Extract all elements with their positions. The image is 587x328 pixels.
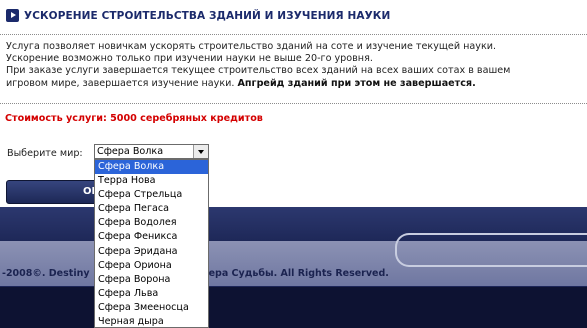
description-line: При заказе услуги завершается текущее ст… [6,65,511,77]
divider [0,34,587,35]
service-description: Услуга позволяет новичкам ускорять строи… [6,41,581,90]
service-cost: Стоимость услуги: 5000 серебряных кредит… [5,113,263,124]
world-select-label: Выберите мир: [7,148,83,159]
world-option[interactable]: Сфера Ворона [95,273,208,287]
world-option[interactable]: Терра Нова [95,174,208,188]
description-line: Услуга позволяет новичкам ускорять строи… [6,41,497,52]
world-option[interactable]: Сфера Пегаса [95,202,208,216]
copyright-left: -2008©. Destiny [2,268,90,279]
page-header: УСКОРЕНИЕ СТРОИТЕЛЬСТВА ЗДАНИЙ И ИЗУЧЕНИ… [0,0,587,34]
description-line: Ускорение возможно только при изучении н… [6,53,373,65]
description-line: игровом мире, завершается изучение науки… [6,78,581,90]
arrow-right-icon [6,9,19,22]
world-select-value: Сфера Волка [97,146,164,157]
world-option[interactable]: Сфера Ориона [95,259,208,273]
world-option[interactable]: Сфера Эридана [95,245,208,259]
footer: -2008©. Destiny Сфера Судьбы. All Rights… [0,207,587,328]
chevron-down-icon[interactable] [193,145,208,158]
world-option[interactable]: Сфера Водолея [95,216,208,230]
copyright-right: Сфера Судьбы. All Rights Reserved. [192,268,389,279]
description-bold: Апгрейд зданий при этом не завершается. [237,77,476,89]
world-option[interactable]: Сфера Волка [95,160,208,175]
page-title: УСКОРЕНИЕ СТРОИТЕЛЬСТВА ЗДАНИЙ И ИЗУЧЕНИ… [24,10,391,22]
footer-ornament [395,233,587,267]
world-option[interactable]: Черная дыра [95,315,208,327]
footer-bottom [0,287,587,328]
world-dropdown-list[interactable]: Сфера Волка Терра Нова Сфера Стрельца Сф… [94,159,209,328]
description-text: игровом мире, завершается изучение науки… [6,77,235,89]
divider [0,103,587,104]
world-option[interactable]: Сфера Змееносца [95,301,208,315]
world-option[interactable]: Сфера Феникса [95,230,208,244]
world-select[interactable]: Сфера Волка [94,144,209,159]
world-option[interactable]: Сфера Стрельца [95,188,208,202]
world-option[interactable]: Сфера Льва [95,287,208,301]
